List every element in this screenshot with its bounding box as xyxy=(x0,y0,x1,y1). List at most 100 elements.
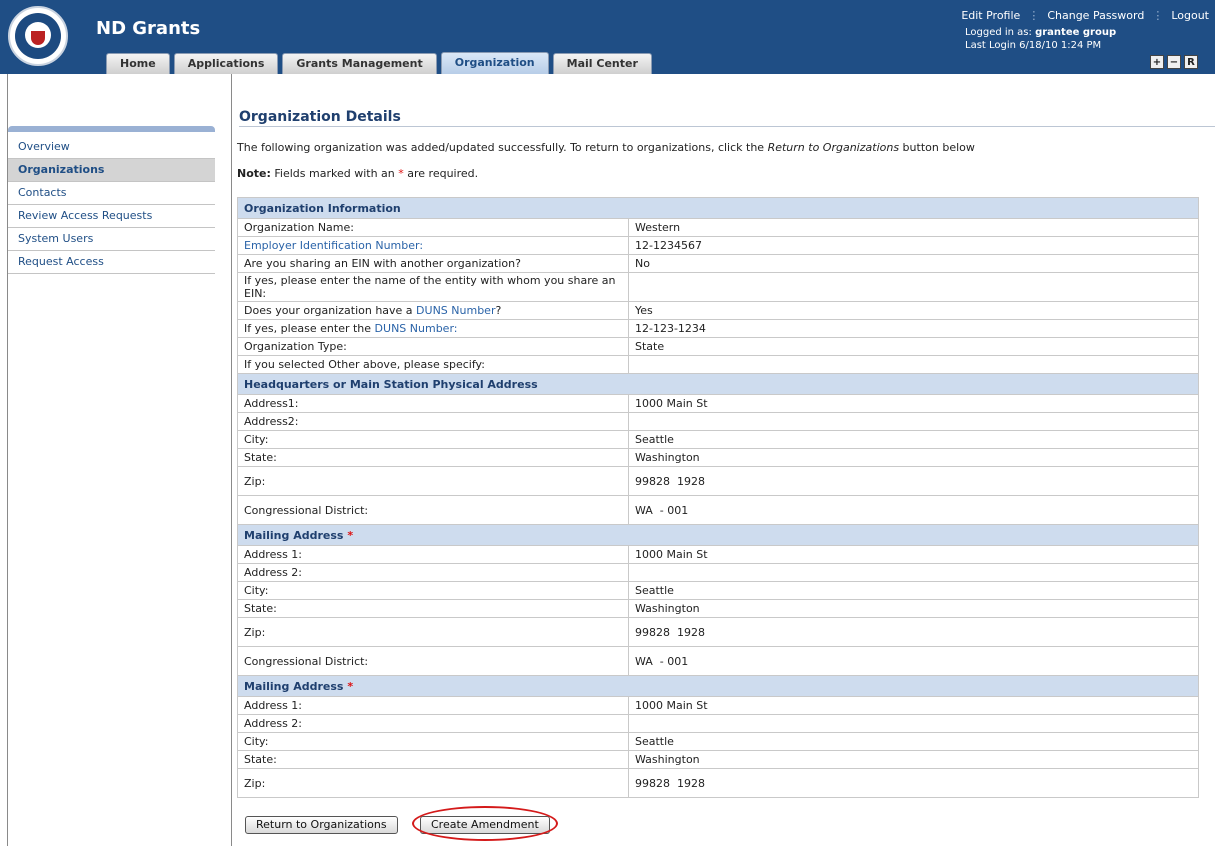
tab-mail-center[interactable]: Mail Center xyxy=(552,53,652,74)
required-star: * xyxy=(347,528,354,542)
change-password-link[interactable]: Change Password xyxy=(1047,9,1144,22)
field-label: State: xyxy=(237,750,629,769)
font-size-controls: + − R xyxy=(1150,55,1198,69)
table-row: Address2: xyxy=(237,412,1199,431)
table-row: Zip: 99828 1928 xyxy=(237,466,1199,496)
app-header: ND Grants Home Applications Grants Manag… xyxy=(0,0,1215,74)
mail2-city-value: Seattle xyxy=(628,732,1199,751)
mail2-zip-value: 99828 1928 xyxy=(628,768,1199,798)
table-row: If yes, please enter the DUNS Number: 12… xyxy=(237,319,1199,338)
table-row: State: Washington xyxy=(237,750,1199,769)
mail-state-value: Washington xyxy=(628,599,1199,618)
mail-address1-value: 1000 Main St xyxy=(628,545,1199,564)
duns-help-link[interactable]: DUNS Number xyxy=(416,304,495,317)
tab-home[interactable]: Home xyxy=(106,53,170,74)
field-label: Congressional District: xyxy=(237,495,629,525)
account-links: Edit Profile ⋮ Change Password ⋮ Logout xyxy=(961,9,1209,22)
field-label: Zip: xyxy=(237,466,629,496)
sidebar-item-review-access-requests[interactable]: Review Access Requests xyxy=(8,205,215,228)
return-to-organizations-button[interactable]: Return to Organizations xyxy=(245,816,398,834)
last-login: Last Login 6/18/10 1:24 PM xyxy=(965,40,1102,51)
logout-link[interactable]: Logout xyxy=(1171,9,1209,22)
required-star: * xyxy=(347,679,354,693)
decrease-font-button[interactable]: − xyxy=(1167,55,1181,69)
table-row: State: Washington xyxy=(237,448,1199,467)
required-note: Note: Fields marked with an * are requir… xyxy=(237,167,479,180)
link-separator: ⋮ xyxy=(1028,9,1040,22)
link-separator: ⋮ xyxy=(1152,9,1164,22)
organization-details-table: Organization Information Organization Na… xyxy=(237,197,1199,798)
hq-address1-value: 1000 Main St xyxy=(628,394,1199,413)
title-divider xyxy=(239,126,1215,127)
field-label: Organization Name: xyxy=(237,218,629,237)
field-label: Organization Type: xyxy=(237,337,629,356)
sidebar-item-organizations[interactable]: Organizations xyxy=(8,159,215,182)
field-label: Address 2: xyxy=(237,714,629,733)
field-label: Address2: xyxy=(237,412,629,431)
sidebar-item-overview[interactable]: Overview xyxy=(8,136,215,159)
field-label: Are you sharing an EIN with another orga… xyxy=(237,254,629,273)
mail2-state-value: Washington xyxy=(628,750,1199,769)
logged-in-prefix: Logged in as: xyxy=(965,27,1032,38)
edit-profile-link[interactable]: Edit Profile xyxy=(961,9,1020,22)
ein-value: 12-1234567 xyxy=(628,236,1199,255)
hq-city-value: Seattle xyxy=(628,430,1199,449)
field-label: City: xyxy=(237,732,629,751)
section-organization-information: Organization Information xyxy=(237,197,1199,219)
field-label: Congressional District: xyxy=(237,646,629,676)
duns-number-value: 12-123-1234 xyxy=(628,319,1199,338)
success-message: The following organization was added/upd… xyxy=(237,141,975,154)
reset-font-button[interactable]: R xyxy=(1184,55,1198,69)
tab-applications[interactable]: Applications xyxy=(173,53,279,74)
mail-city-value: Seattle xyxy=(628,581,1199,600)
table-row: Address1: 1000 Main St xyxy=(237,394,1199,413)
logged-in-user: grantee group xyxy=(1035,27,1117,38)
ein-help-link[interactable]: Employer Identification Number: xyxy=(237,236,629,255)
hq-state-value: Washington xyxy=(628,448,1199,467)
field-label: Address 1: xyxy=(237,696,629,715)
has-duns-value: Yes xyxy=(628,301,1199,320)
table-row: City: Seattle xyxy=(237,581,1199,600)
field-label: If yes, please enter the DUNS Number: xyxy=(237,319,629,338)
sidebar-item-contacts[interactable]: Contacts xyxy=(8,182,215,205)
highlight-annotation xyxy=(412,806,558,841)
table-row: State: Washington xyxy=(237,599,1199,618)
sidebar-item-request-access[interactable]: Request Access xyxy=(8,251,215,274)
field-label: Does your organization have a DUNS Numbe… xyxy=(237,301,629,320)
table-row: City: Seattle xyxy=(237,732,1199,751)
login-info: Logged in as: grantee group Last Login 6… xyxy=(965,26,1116,52)
mail-zip-value: 99828 1928 xyxy=(628,617,1199,647)
app-title: ND Grants xyxy=(96,18,201,39)
table-row: Congressional District: WA - 001 xyxy=(237,495,1199,525)
org-name-value: Western xyxy=(628,218,1199,237)
table-row: Are you sharing an EIN with another orga… xyxy=(237,254,1199,273)
table-row: If yes, please enter the name of the ent… xyxy=(237,272,1199,302)
table-row: Address 2: xyxy=(237,714,1199,733)
dhs-seal-logo xyxy=(8,6,68,66)
section-mailing-address: Mailing Address * xyxy=(237,675,1199,697)
page-title: Organization Details xyxy=(239,109,401,125)
hq-address2-value xyxy=(628,412,1199,431)
field-label: Address 2: xyxy=(237,563,629,582)
mail2-address1-value: 1000 Main St xyxy=(628,696,1199,715)
duns-number-help-link[interactable]: DUNS Number: xyxy=(375,322,458,335)
table-row: Does your organization have a DUNS Numbe… xyxy=(237,301,1199,320)
table-row: If you selected Other above, please spec… xyxy=(237,355,1199,374)
sidebar-top-bar xyxy=(8,126,215,132)
mail2-address2-value xyxy=(628,714,1199,733)
main-tabs: Home Applications Grants Management Orga… xyxy=(106,52,652,74)
field-label: State: xyxy=(237,599,629,618)
field-label: Zip: xyxy=(237,768,629,798)
table-row: City: Seattle xyxy=(237,430,1199,449)
table-row: Congressional District: WA - 001 xyxy=(237,646,1199,676)
field-label: Zip: xyxy=(237,617,629,647)
tab-grants-management[interactable]: Grants Management xyxy=(282,53,437,74)
table-row: Address 2: xyxy=(237,563,1199,582)
sidebar-item-system-users[interactable]: System Users xyxy=(8,228,215,251)
table-row: Zip: 99828 1928 xyxy=(237,617,1199,647)
tab-organization[interactable]: Organization xyxy=(440,52,549,74)
table-row: Employer Identification Number: 12-12345… xyxy=(237,236,1199,255)
increase-font-button[interactable]: + xyxy=(1150,55,1164,69)
sidebar: Overview Organizations Contacts Review A… xyxy=(7,74,232,846)
org-type-value: State xyxy=(628,337,1199,356)
